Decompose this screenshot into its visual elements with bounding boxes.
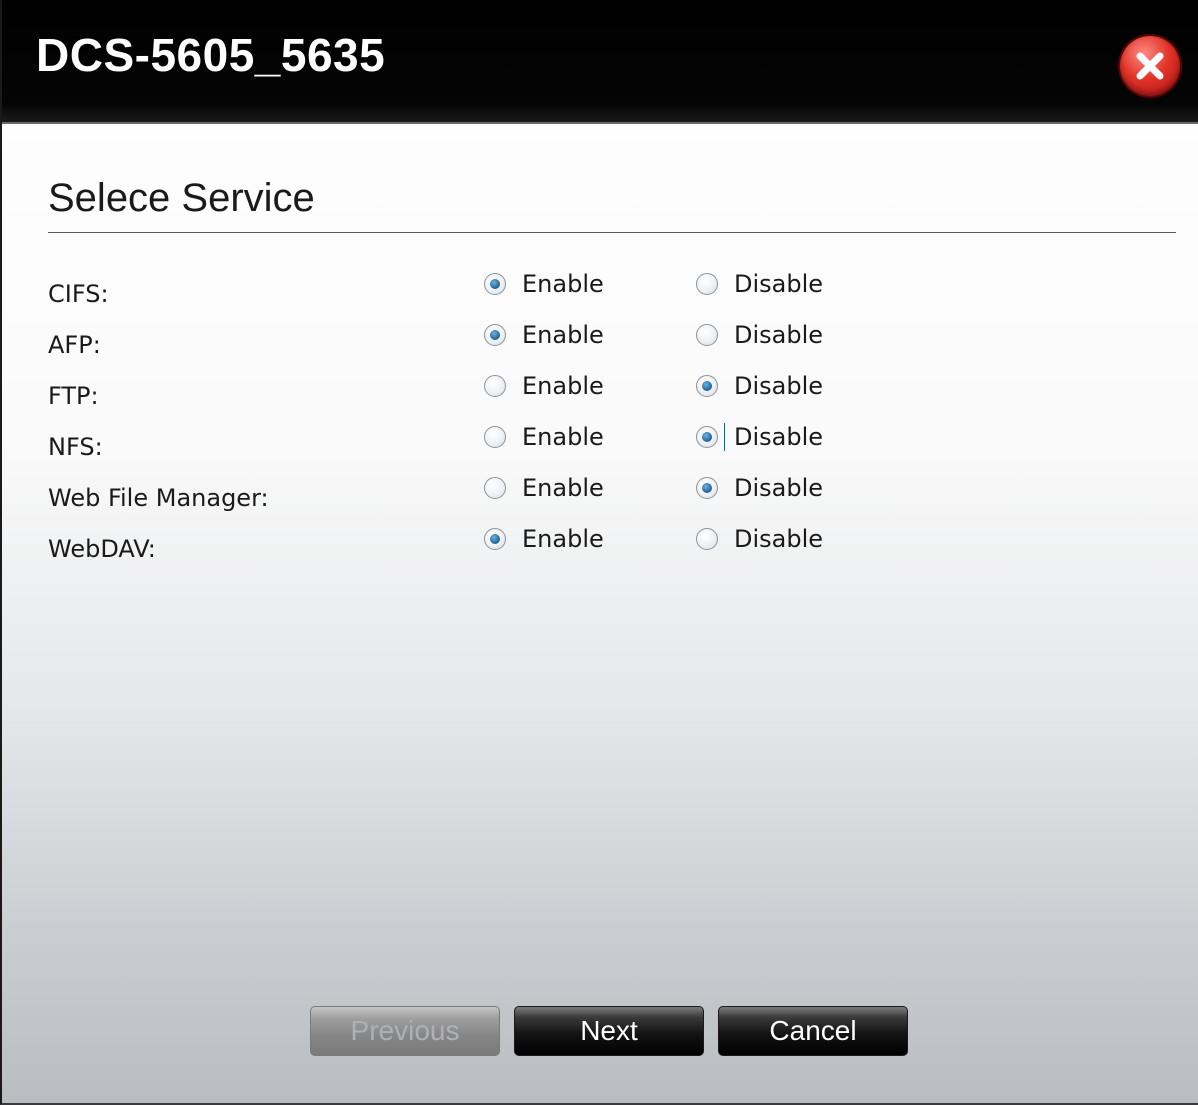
disable-label: Disable — [734, 474, 824, 502]
disable-label: Disable — [734, 372, 824, 400]
service-label: WebDAV: — [48, 535, 156, 563]
afp-disable-radio[interactable] — [696, 324, 718, 346]
close-icon — [1136, 52, 1164, 80]
service-label: CIFS: — [48, 280, 109, 308]
enable-label: Enable — [522, 423, 604, 451]
service-row-cifs: CIFS: Enable Disable — [2, 262, 1198, 312]
cifs-enable-radio[interactable] — [484, 273, 506, 295]
nfs-enable-radio[interactable] — [484, 426, 506, 448]
service-wizard-dialog: DCS-5605_5635 Selece Service CIFS: Enabl… — [0, 0, 1198, 1105]
window-title: DCS-5605_5635 — [36, 29, 386, 81]
service-label: Web File Manager: — [48, 484, 269, 512]
disable-label: Disable — [734, 321, 824, 349]
disable-label: Disable — [734, 525, 824, 553]
cancel-button[interactable]: Cancel — [718, 1006, 908, 1056]
section-title: Selece Service — [48, 176, 315, 220]
service-label: NFS: — [48, 433, 103, 461]
cifs-disable-radio[interactable] — [696, 273, 718, 295]
web-file-manager-disable-radio[interactable] — [696, 477, 718, 499]
service-row-nfs: NFS: Enable Disable — [2, 415, 1198, 465]
disable-label: Disable — [734, 270, 824, 298]
ftp-disable-radio[interactable] — [696, 375, 718, 397]
webdav-disable-radio[interactable] — [696, 528, 718, 550]
enable-label: Enable — [522, 270, 604, 298]
afp-enable-radio[interactable] — [484, 324, 506, 346]
ftp-enable-radio[interactable] — [484, 375, 506, 397]
web-file-manager-enable-radio[interactable] — [484, 477, 506, 499]
previous-button[interactable]: Previous — [310, 1006, 500, 1056]
next-button[interactable]: Next — [514, 1006, 704, 1056]
enable-label: Enable — [522, 372, 604, 400]
enable-label: Enable — [522, 525, 604, 553]
webdav-enable-radio[interactable] — [484, 528, 506, 550]
enable-label: Enable — [522, 321, 604, 349]
section-divider — [48, 232, 1176, 233]
service-row-webdav: WebDAV: Enable Disable — [2, 517, 1198, 567]
focus-indicator — [724, 423, 725, 451]
disable-label: Disable — [734, 423, 824, 451]
nfs-disable-radio[interactable] — [696, 426, 718, 448]
service-row-web-file-manager: Web File Manager: Enable Disable — [2, 466, 1198, 516]
enable-label: Enable — [522, 474, 604, 502]
service-row-ftp: FTP: Enable Disable — [2, 364, 1198, 414]
title-bar: DCS-5605_5635 — [2, 0, 1198, 124]
service-row-afp: AFP: Enable Disable — [2, 313, 1198, 363]
close-button[interactable] — [1120, 36, 1180, 96]
service-label: AFP: — [48, 331, 101, 359]
service-label: FTP: — [48, 382, 99, 410]
